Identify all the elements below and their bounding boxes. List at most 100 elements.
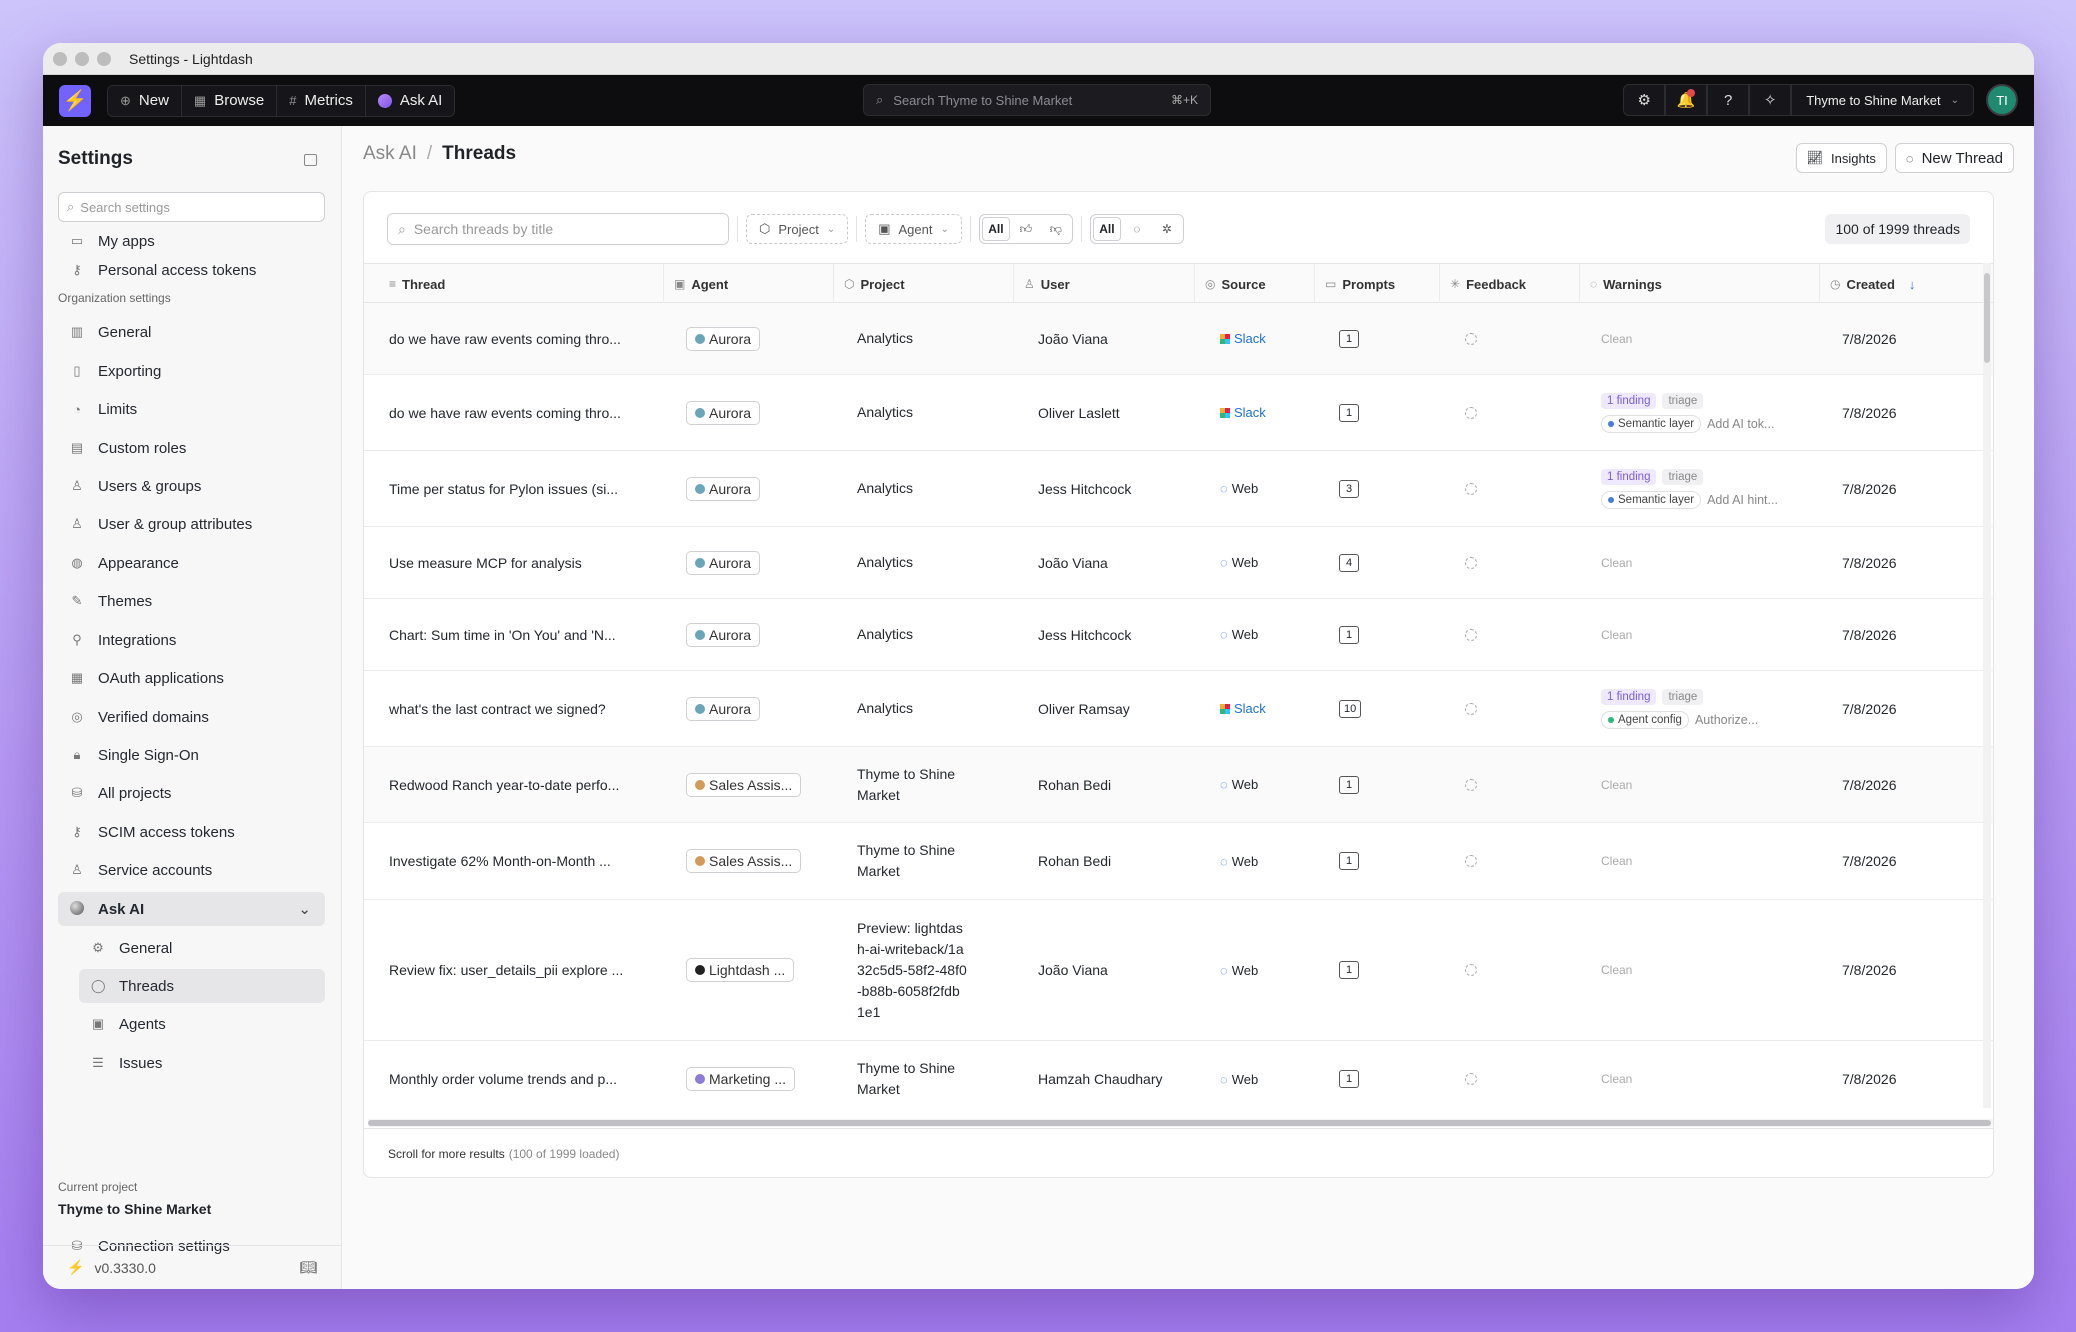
global-search[interactable]: ⌕ Search Thyme to Shine Market ⌘+K — [863, 84, 1211, 116]
sidebar-item-users-groups[interactable]: ♙ Users & groups — [58, 469, 325, 503]
column-prompts[interactable]: ▭ Prompts — [1315, 264, 1440, 304]
column-agent[interactable]: ▣ Agent — [664, 264, 834, 304]
table-row[interactable]: do we have raw events coming thro... Aur… — [364, 375, 1993, 451]
thumbs-down-icon[interactable]: 👎︎ — [1042, 217, 1070, 241]
agent-pill[interactable]: Aurora — [686, 696, 761, 721]
thread-title[interactable]: Time per status for Pylon issues (si... — [389, 451, 659, 526]
table-row[interactable]: what's the last contract we signed? Auro… — [364, 671, 1993, 747]
source-label: Slack — [1234, 701, 1266, 716]
sidebar-item-issues[interactable]: ☰ Issues — [79, 1046, 325, 1080]
minimize-window-button[interactable] — [75, 51, 89, 66]
table-header: ≡ Thread ▣ Agent ⬡ Project ♙ User ◎ Source ▭ P… — [364, 263, 1993, 304]
thread-search-input[interactable]: ⌕ Search threads by title — [387, 213, 729, 245]
thread-title[interactable]: Review fix: user_details_pii explore ... — [389, 900, 659, 1040]
help-button[interactable]: ? — [1707, 84, 1750, 116]
agent-pill[interactable]: Lightdash ... — [686, 958, 795, 982]
column-source[interactable]: ◎ Source — [1195, 264, 1315, 304]
thread-title[interactable]: Chart: Sum time in 'On You' and 'N... — [389, 599, 659, 670]
sidebar-item-all-projects[interactable]: ⛁ All projects — [58, 776, 325, 810]
sidebar-item-user-group-attributes[interactable]: ♙ User & group attributes — [58, 507, 325, 541]
column-thread[interactable]: ≡ Thread — [379, 264, 664, 304]
slack-icon[interactable]: ✲ — [1153, 217, 1181, 241]
column-user[interactable]: ♙ User — [1014, 264, 1195, 304]
column-warnings[interactable]: ◌ Warnings — [1580, 264, 1820, 304]
sidebar-item-integrations[interactable]: ⚲ Integrations — [58, 623, 325, 657]
sidebar-item-verified-domains[interactable]: ◎ Verified domains — [58, 700, 325, 734]
vertical-scrollbar-track[interactable] — [1983, 263, 1991, 1108]
browse-button[interactable]: ▦ Browse — [181, 85, 278, 116]
new-thread-button[interactable]: ◌ New Thread — [1894, 143, 2014, 173]
thread-title[interactable]: do we have raw events coming thro... — [389, 303, 659, 374]
metrics-button[interactable]: # Metrics — [277, 85, 366, 116]
docs-book-icon[interactable]: 📖︎ — [299, 1259, 317, 1276]
settings-search-input[interactable]: ⌕ Search settings — [58, 192, 325, 222]
sidebar-item-scim-access-tokens[interactable]: ⚷ SCIM access tokens — [58, 815, 325, 849]
table-row[interactable]: Redwood Ranch year-to-date perfo... Sale… — [364, 747, 1993, 823]
column-project[interactable]: ⬡ Project — [834, 264, 1014, 304]
sidebar-item-single-sign-on[interactable]: 🔒︎ Single Sign-On — [58, 738, 325, 772]
agent-pill[interactable]: Aurora — [686, 622, 761, 647]
close-window-button[interactable] — [53, 51, 67, 66]
sidebar-item-personal-access-tokens[interactable]: ⚷ Personal access tokens — [58, 253, 325, 287]
thread-title[interactable]: Redwood Ranch year-to-date perfo... — [389, 747, 659, 822]
thread-title[interactable]: do we have raw events coming thro... — [389, 375, 659, 450]
table-row[interactable]: do we have raw events coming thro... Aur… — [364, 303, 1993, 375]
sidebar-item-threads[interactable]: ◯ Threads — [79, 969, 325, 1003]
ai-sparkle-button[interactable]: ✧ — [1749, 84, 1792, 116]
sidebar-item-service-accounts[interactable]: ♙ Service accounts — [58, 853, 325, 887]
feedback-all-button[interactable]: All — [981, 217, 1010, 241]
table-row[interactable]: Time per status for Pylon issues (si... … — [364, 451, 1993, 527]
sidebar-item-general[interactable]: ▥ General — [58, 315, 325, 349]
agent-pill[interactable]: Aurora — [686, 400, 761, 425]
thread-title[interactable]: Investigate 62% Month-on-Month ... — [389, 823, 659, 899]
breadcrumb-ask-ai[interactable]: Ask AI — [363, 143, 417, 165]
table-row[interactable]: Investigate 62% Month-on-Month ... Sales… — [364, 823, 1993, 900]
agent-pill[interactable]: Aurora — [686, 476, 761, 501]
agent-filter[interactable]: ▣ Agent ⌄ — [865, 214, 962, 244]
agent-pill[interactable]: Aurora — [686, 550, 761, 575]
agent-pill[interactable]: Aurora — [686, 326, 761, 351]
finding-badge[interactable]: 1 finding — [1601, 392, 1657, 409]
thumbs-up-icon[interactable]: 👍︎ — [1012, 217, 1040, 241]
user-avatar[interactable]: TI — [1986, 84, 2018, 116]
project-selector[interactable]: Thyme to Shine Market ⌄ — [1791, 84, 1974, 116]
sort-desc-icon[interactable]: ↓ — [1909, 277, 1916, 292]
table-row[interactable]: Chart: Sum time in 'On You' and 'N... Au… — [364, 599, 1993, 671]
table-row[interactable]: Use measure MCP for analysis Aurora Anal… — [364, 527, 1993, 599]
thread-title[interactable]: Monthly order volume trends and p... — [389, 1041, 659, 1108]
sidebar-item-exporting[interactable]: ▯ Exporting — [58, 354, 325, 388]
insights-button[interactable]: 📈︎ Insights — [1795, 143, 1887, 173]
table-row[interactable]: Review fix: user_details_pii explore ...… — [364, 900, 1993, 1041]
agent-pill[interactable]: Sales Assis... — [686, 849, 802, 873]
project-filter[interactable]: ⬡ Project ⌄ — [746, 214, 849, 244]
sidebar-item-themes[interactable]: ✎ Themes — [58, 584, 325, 618]
sidebar-item-appearance[interactable]: ◍ Appearance — [58, 546, 325, 580]
finding-badge[interactable]: 1 finding — [1601, 468, 1657, 485]
sidebar-item-ask-ai-general[interactable]: ⚙ General — [79, 931, 325, 965]
sidebar-item-limits[interactable]: ◔ Limits — [58, 392, 325, 426]
agent-pill[interactable]: Sales Assis... — [686, 772, 802, 797]
new-button[interactable]: ⊕ New — [108, 85, 182, 116]
vertical-scrollbar-thumb[interactable] — [1984, 273, 1990, 363]
sidebar-item-agents[interactable]: ▣ Agents — [79, 1007, 325, 1041]
horizontal-scrollbar-thumb[interactable] — [368, 1120, 1991, 1126]
ask-ai-button[interactable]: Ask AI — [365, 85, 455, 116]
new-thread-label: New Thread — [1921, 149, 2003, 167]
lightdash-logo[interactable]: ⚡ — [59, 84, 91, 117]
settings-button[interactable]: ⚙ — [1623, 84, 1666, 116]
source-all-button[interactable]: All — [1092, 217, 1121, 241]
notifications-button[interactable]: 🔔 — [1665, 84, 1708, 116]
agent-pill[interactable]: Marketing ... — [686, 1067, 796, 1091]
sidebar-item-custom-roles[interactable]: ▤ Custom roles — [58, 431, 325, 465]
finding-badge[interactable]: 1 finding — [1601, 688, 1657, 705]
table-row[interactable]: Monthly order volume trends and p... Mar… — [364, 1041, 1993, 1108]
column-created[interactable]: ◷ Created ↓ — [1820, 264, 1993, 304]
thread-title[interactable]: Use measure MCP for analysis — [389, 527, 659, 598]
web-chat-icon[interactable]: ◌ — [1123, 217, 1151, 241]
sidebar-item-oauth-applications[interactable]: ▦ OAuth applications — [58, 661, 325, 695]
column-feedback[interactable]: ✳ Feedback — [1440, 264, 1580, 304]
zoom-window-button[interactable] — [97, 51, 111, 66]
thread-title[interactable]: what's the last contract we signed? — [389, 671, 659, 746]
sidebar-item-ask-ai[interactable]: Ask AI ⌄ — [58, 892, 325, 926]
collapse-sidebar-icon[interactable] — [304, 154, 317, 166]
